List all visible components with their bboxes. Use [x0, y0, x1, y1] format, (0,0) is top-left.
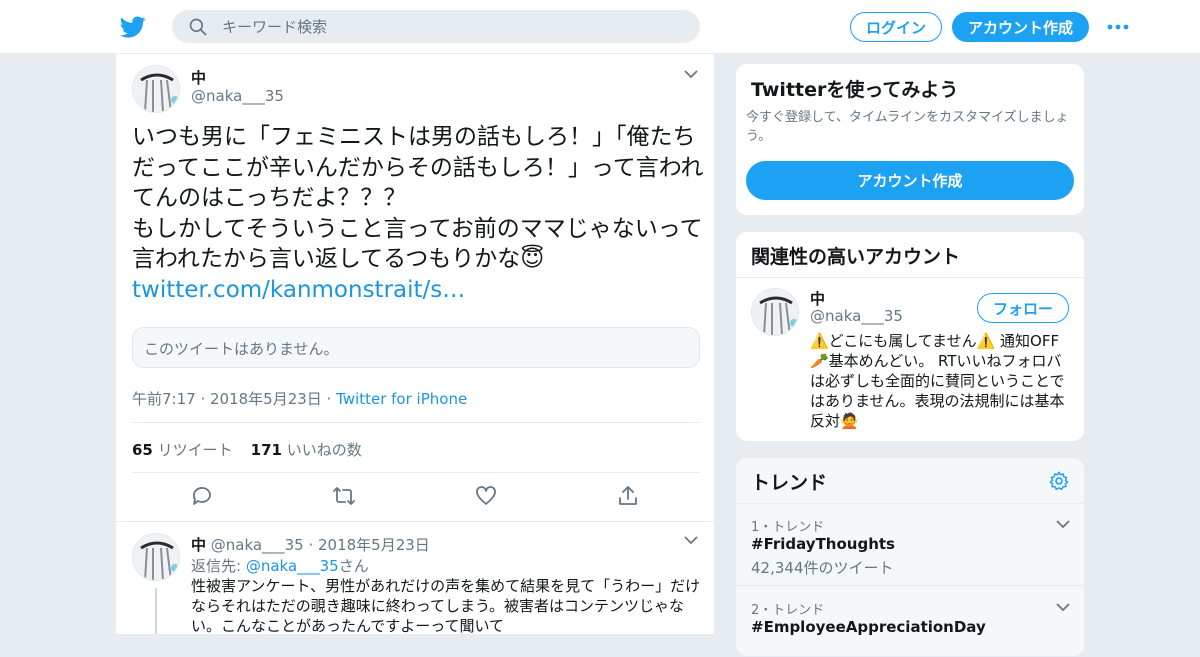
signup-button[interactable]: アカウント作成	[952, 12, 1089, 42]
tweet-actions	[132, 484, 700, 510]
trend-name[interactable]: #EmployeeAppreciationDay	[751, 618, 986, 636]
chevron-down-icon[interactable]	[1055, 518, 1071, 530]
search-input[interactable]	[222, 10, 682, 43]
signup-card-button[interactable]: アカウント作成	[746, 161, 1074, 200]
tweet-meta: 午前7:17 · 2018年5月23日 · Twitter for iPhone	[132, 388, 467, 409]
related-account-handle[interactable]: @naka___35	[810, 307, 903, 325]
tweet-stats: 65 リツイート 171 いいねの数	[132, 439, 362, 460]
gear-icon[interactable]	[1048, 470, 1070, 492]
chevron-down-icon[interactable]	[1055, 601, 1071, 613]
retweet-label[interactable]: リツイート	[158, 441, 233, 459]
avatar[interactable]	[751, 288, 799, 336]
reply-icon[interactable]	[190, 484, 214, 508]
divider	[736, 277, 1084, 278]
trend-rank: 2・トレンド	[751, 603, 825, 618]
related-card-title: 関連性の高いアカウント	[751, 246, 961, 268]
top-navigation-bar: ログイン アカウント作成	[0, 0, 1200, 54]
reply-to-line: 返信先: @naka___35さん	[191, 555, 369, 576]
twitter-logo-icon[interactable]	[120, 14, 146, 40]
avatar[interactable]	[132, 65, 180, 113]
thread-line	[155, 588, 157, 634]
reply-text: 性被害アンケート、男性があれだけの声を集めて結果を見て「うわー」だけならそれはた…	[191, 577, 701, 634]
tweet-timestamp: 午前7:17 · 2018年5月23日 ·	[132, 390, 337, 408]
tweet-author-name[interactable]: 中	[191, 67, 206, 88]
tweet-body: いつも男に「フェミニストは男の話もしろ！」「俺たちだってここが辛いんだからその話…	[132, 124, 704, 272]
like-icon[interactable]	[474, 484, 498, 508]
reply-tweet[interactable]: 中 @naka___35 · 2018年5月23日 返信先: @naka___3…	[116, 521, 714, 634]
like-count[interactable]: 171	[251, 441, 282, 459]
trends-card: トレンド 1・トレンド #FridayThoughts 42,344件のツイート…	[735, 457, 1085, 657]
login-button[interactable]: ログイン	[850, 12, 942, 42]
trend-rank: 1・トレンド	[751, 520, 825, 535]
avatar-image	[133, 534, 179, 580]
trend-name[interactable]: #FridayThoughts	[751, 535, 895, 553]
search-box[interactable]	[172, 10, 700, 43]
reply-author-name[interactable]: 中	[191, 536, 206, 554]
trend-item[interactable]: 2・トレンド #EmployeeAppreciationDay	[736, 587, 1084, 656]
divider	[132, 422, 700, 423]
signup-card-title: Twitterを使ってみよう	[751, 79, 959, 101]
trend-item[interactable]: 1・トレンド #FridayThoughts 42,344件のツイート	[736, 504, 1084, 586]
avatar-image	[752, 289, 798, 335]
retweet-icon[interactable]	[332, 484, 356, 508]
tweet-source-link[interactable]: Twitter for iPhone	[336, 390, 467, 408]
reply-author[interactable]: 中 @naka___35 · 2018年5月23日	[191, 534, 430, 555]
related-accounts-card: 関連性の高いアカウント 中 @naka___35 フォロー ⚠️どこにも属してま…	[735, 231, 1085, 442]
reply-to-suffix: さん	[338, 557, 369, 575]
follow-button[interactable]: フォロー	[977, 293, 1069, 323]
more-dots-icon[interactable]	[1106, 17, 1130, 37]
like-label[interactable]: いいねの数	[287, 441, 362, 459]
tweet-text: いつも男に「フェミニストは男の話もしろ！」「俺たちだってここが辛いんだからその話…	[132, 122, 704, 305]
related-account-bio: ⚠️どこにも属してません⚠️ 通知OFF🥕基本めんどい。 RTいいねフォロバは必…	[810, 332, 1065, 430]
chevron-down-icon[interactable]	[683, 534, 699, 546]
signup-card: Twitterを使ってみよう 今すぐ登録して、タイムラインをカスタマイズしましょ…	[735, 63, 1085, 216]
trend-count: 42,344件のツイート	[751, 559, 894, 577]
avatar[interactable]	[132, 533, 180, 581]
reply-handle-date[interactable]: @naka___35 · 2018年5月23日	[211, 536, 430, 554]
tweet-column: 中 @naka___35 いつも男に「フェミニストは男の話もしろ！」「俺たちだっ…	[115, 54, 715, 634]
trends-title: トレンド	[751, 472, 828, 494]
related-account-name[interactable]: 中	[810, 288, 825, 309]
share-icon[interactable]	[616, 484, 640, 508]
chevron-down-icon[interactable]	[683, 68, 699, 80]
avatar-image	[133, 66, 179, 112]
divider	[132, 472, 700, 473]
retweet-count[interactable]: 65	[132, 441, 153, 459]
reply-to-handle[interactable]: @naka___35	[246, 557, 339, 575]
quoted-tweet-unavailable: このツイートはありません。	[132, 327, 700, 368]
tweet-link[interactable]: twitter.com/kanmonstrait/s…	[132, 277, 465, 303]
tweet-author-handle[interactable]: @naka___35	[191, 87, 284, 105]
signup-card-description: 今すぐ登録して、タイムラインをカスタマイズしましょう。	[746, 110, 1069, 144]
reply-to-prefix: 返信先:	[191, 557, 246, 575]
search-icon	[189, 18, 207, 36]
